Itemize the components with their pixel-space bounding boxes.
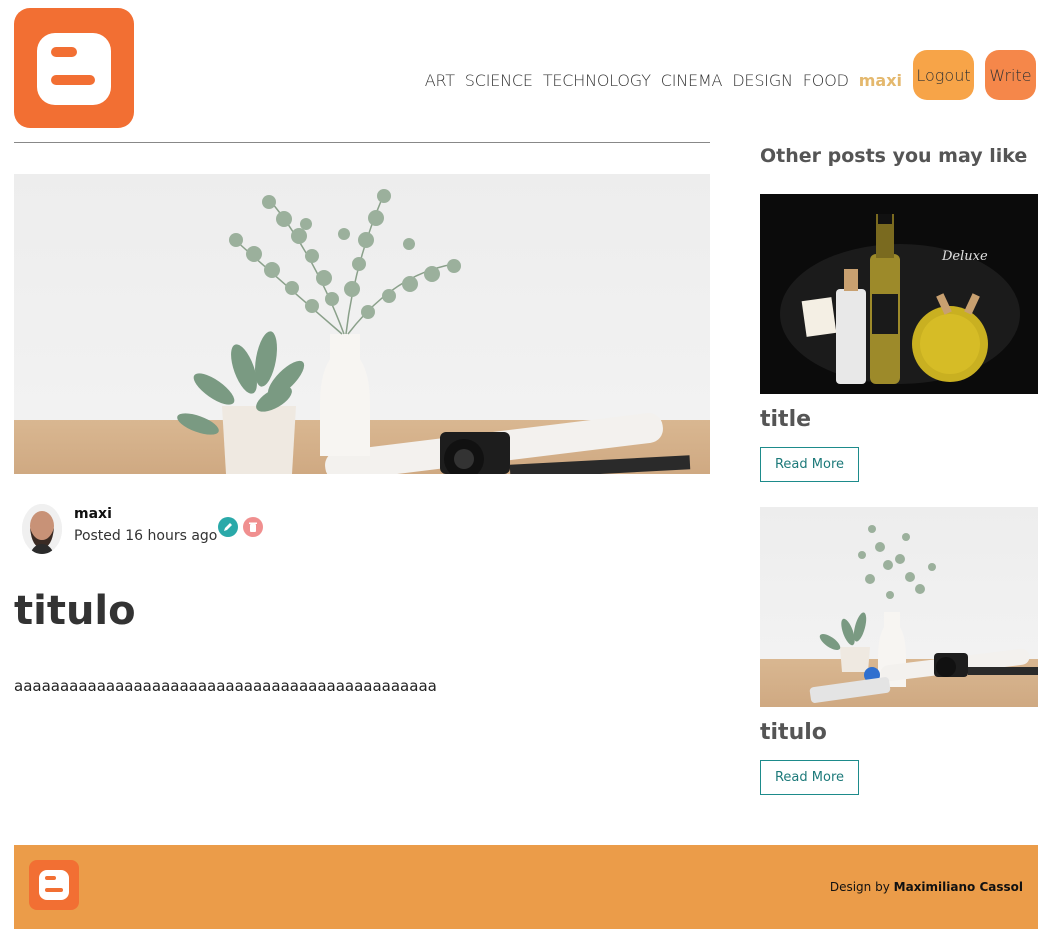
sidebar-post-title[interactable]: titulo [760,720,827,745]
footer-credit: Design by Maximiliano Cassol [830,880,1023,894]
post-image [14,174,710,474]
read-more-button[interactable]: Read More [760,447,859,482]
nav-link-art[interactable]: ART [425,71,455,90]
post-title: titulo [14,588,136,634]
nav-link-cinema[interactable]: CINEMA [661,71,723,90]
author-info: maxi Posted 16 hours ago [74,506,217,544]
current-username: maxi [858,70,902,90]
trash-icon[interactable] [243,517,263,537]
write-button[interactable]: Write [985,50,1036,100]
blogger-logo-icon[interactable] [14,8,134,128]
footer-credit-prefix: Design by [829,880,890,894]
footer: Design by Maximiliano Cassol [14,845,1038,929]
sidebar-post-image-plant[interactable] [760,507,1038,707]
nav-link-design[interactable]: DESIGN [732,71,793,90]
main-nav: ART SCIENCE TECHNOLOGY CINEMA DESIGN FOO… [425,50,1036,100]
nav-link-science[interactable]: SCIENCE [465,71,533,90]
sidebar-post-image-oil-bottles[interactable]: Deluxe [760,194,1038,394]
sidebar-heading: Other posts you may like [760,145,1028,167]
logout-button[interactable]: Logout [913,50,974,100]
footer-credit-author: Maximiliano Cassol [893,880,1023,894]
nav-link-technology[interactable]: TECHNOLOGY [543,71,651,90]
sidebar-post-title[interactable]: title [760,407,811,432]
edit-icon[interactable] [218,517,238,537]
post-author: maxi Posted 16 hours ago [22,504,217,554]
post-timestamp: Posted 16 hours ago [74,528,218,544]
post-body: aaaaaaaaaaaaaaaaaaaaaaaaaaaaaaaaaaaaaaaa… [14,677,437,695]
author-name[interactable]: maxi [74,506,217,522]
author-avatar[interactable] [22,504,62,554]
footer-blogger-logo-icon[interactable] [29,860,79,910]
read-more-button[interactable]: Read More [760,760,859,795]
nav-link-food[interactable]: FOOD [803,71,849,90]
svg-text:Deluxe: Deluxe [941,249,988,264]
header-divider [14,142,710,143]
